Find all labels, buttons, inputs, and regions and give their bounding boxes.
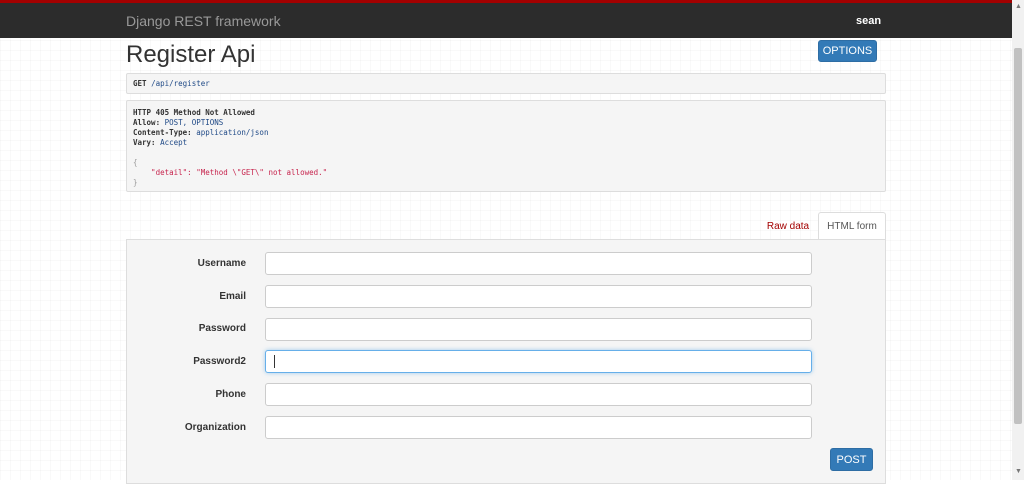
request-method: GET	[133, 79, 147, 88]
json-detail: "detail": "Method \"GET\" not allowed."	[133, 168, 328, 177]
tab-raw-data[interactable]: Raw data	[758, 212, 818, 240]
navbar-brand[interactable]: Django REST framework	[126, 13, 281, 29]
phone-field[interactable]	[265, 383, 812, 406]
username-field[interactable]	[265, 252, 812, 275]
response-status: HTTP 405 Method Not Allowed	[133, 108, 255, 117]
phone-label: Phone	[215, 389, 246, 400]
response-info: HTTP 405 Method Not Allowed Allow: POST,…	[126, 100, 886, 192]
response-header-allow: Allow: POST, OPTIONS	[133, 118, 879, 128]
json-close-brace: }	[133, 178, 138, 187]
request-info: GET /api/register	[126, 73, 886, 94]
password2-label: Password2	[193, 356, 246, 367]
scroll-up-icon[interactable]: ▲	[1015, 3, 1022, 10]
password-label: Password	[198, 323, 246, 334]
response-header-vary: Vary: Accept	[133, 138, 879, 148]
tab-html-form[interactable]: HTML form	[818, 212, 886, 240]
scrollbar-thumb[interactable]	[1014, 48, 1022, 424]
organization-label: Organization	[184, 422, 246, 433]
navbar: Django REST framework sean	[0, 0, 1012, 38]
options-button[interactable]: OPTIONS	[818, 40, 877, 62]
json-open-brace: {	[133, 158, 138, 167]
header-key: Content-Type:	[133, 128, 192, 137]
email-field[interactable]	[265, 285, 812, 308]
user-menu[interactable]: sean	[856, 15, 881, 27]
header-key: Vary:	[133, 138, 156, 147]
username-label: Username	[197, 258, 246, 269]
header-value: application/json	[196, 128, 269, 137]
header-key: Allow:	[133, 118, 161, 127]
password2-field[interactable]	[265, 350, 812, 373]
header-value: Accept	[160, 138, 188, 147]
scroll-down-icon[interactable]: ▼	[1015, 468, 1022, 475]
request-path[interactable]: /api/register	[151, 79, 210, 88]
header-value: POST, OPTIONS	[164, 118, 224, 127]
vertical-scrollbar[interactable]: ▲ ▼	[1012, 0, 1024, 480]
password-field[interactable]	[265, 318, 812, 341]
page-title: Register Api	[126, 41, 256, 68]
text-caret	[274, 355, 275, 368]
response-header-content-type: Content-Type: application/json	[133, 128, 879, 138]
post-button[interactable]: POST	[830, 448, 873, 471]
organization-field[interactable]	[265, 416, 812, 439]
email-label: Email	[219, 291, 246, 302]
